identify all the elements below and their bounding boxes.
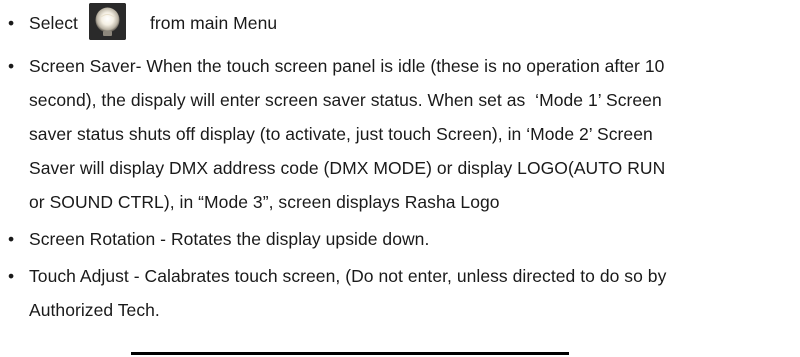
touch-adjust-line-1: Touch Adjust - Calabrates touch screen, …	[29, 266, 667, 286]
touch-adjust-line-2: Authorized Tech.	[29, 300, 160, 320]
bullet-marker: •	[8, 56, 15, 76]
screen-rotation-text: Screen Rotation - Rotates the display up…	[29, 229, 430, 249]
from-main-menu-text: from main Menu	[150, 13, 278, 33]
screen-saver-line-2: second), the dispaly will enter screen s…	[29, 90, 662, 110]
manual-page: • Select from main Menu • Screen Saver- …	[0, 0, 800, 357]
bulb-icon	[89, 3, 126, 40]
screen-saver-line-1: Screen Saver- When the touch screen pane…	[29, 56, 665, 76]
screen-saver-line-4: Saver will display DMX address code (DMX…	[29, 158, 666, 178]
horizontal-rule	[131, 352, 569, 355]
select-text: Select	[29, 13, 78, 33]
bullet-marker: •	[8, 229, 15, 249]
screen-saver-line-5: or SOUND CTRL), in “Mode 3”, screen disp…	[29, 192, 500, 212]
bullet-marker: •	[8, 266, 15, 286]
screen-saver-line-3: saver status shuts off display (to activ…	[29, 124, 653, 144]
bullet-marker: •	[8, 13, 15, 33]
